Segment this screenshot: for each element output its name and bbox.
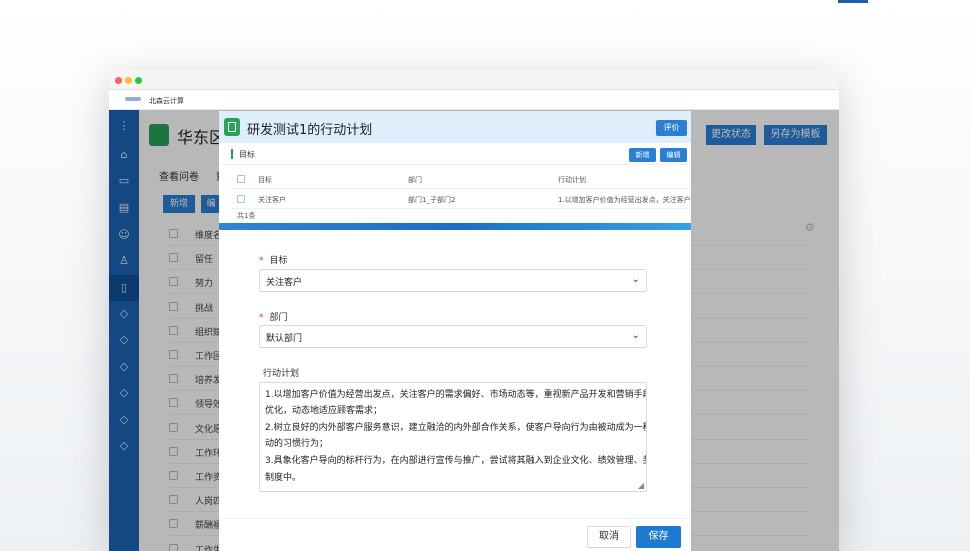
- plan-line: 2.树立良好的内外部客户服务意识，建立融洽的内外部合作关系，使客户导向行为由被动…: [265, 423, 647, 433]
- chevron-down-icon: ⌄: [631, 330, 640, 341]
- dialog-title: 研发测试1的行动计划: [247, 123, 373, 138]
- plan-line: 优化，动态地适应顾客需求；: [265, 406, 383, 416]
- evaluate-button[interactable]: 评价: [656, 120, 687, 136]
- cell-plan: 1.以增加客户价值为经营出发点，关注客户的需: [558, 196, 691, 204]
- window-titlebar: [109, 70, 839, 90]
- plan-line: 1.以增加客户价值为经营出发点，关注客户的需求偏好、市场动态等，重视新产品开发和…: [265, 390, 647, 400]
- cancel-button[interactable]: 取消: [587, 526, 631, 548]
- browser-header: 北森云计算: [109, 90, 839, 110]
- chevron-down-icon: ⌄: [631, 274, 640, 285]
- col-plan-header: 行动计划: [558, 176, 586, 184]
- maximize-dot[interactable]: [135, 77, 142, 84]
- required-mark: *: [259, 313, 264, 323]
- top-accent-mark: [838, 0, 868, 3]
- dept-field-label: * 部门: [259, 313, 288, 323]
- edit-goal-button[interactable]: 编辑: [660, 148, 687, 162]
- dept-select[interactable]: 默认部门 ⌄: [259, 325, 647, 348]
- resize-handle-icon[interactable]: ◢: [638, 481, 644, 490]
- goal-field-label: * 目标: [259, 256, 288, 266]
- save-button[interactable]: 保存: [636, 526, 681, 548]
- add-goal-button[interactable]: 新增: [629, 148, 656, 162]
- col-goal-header: 目标: [258, 176, 272, 184]
- cell-goal: 关注客户: [258, 196, 286, 204]
- goal-select[interactable]: 关注客户 ⌄: [259, 269, 647, 292]
- section-marker: [231, 149, 233, 159]
- plan-line: 动的习惯行为；: [265, 439, 329, 449]
- minimize-dot[interactable]: [125, 77, 132, 84]
- plan-line: 制度中。: [265, 473, 302, 483]
- table-header-row: 目标 部门 行动计划: [231, 169, 691, 189]
- close-dot[interactable]: [115, 77, 122, 84]
- section-label: 目标: [239, 150, 255, 159]
- plan-field-label: 行动计划: [263, 369, 300, 379]
- document-icon: [224, 118, 240, 136]
- row-checkbox[interactable]: [237, 195, 245, 203]
- cell-dept: 部门1_子部门2: [408, 196, 456, 204]
- col-dept-header: 部门: [408, 176, 422, 184]
- dept-select-value: 默认部门: [266, 334, 303, 344]
- goal-section-header: 目标 新增 编辑: [219, 143, 691, 165]
- action-plan-dialog: 研发测试1的行动计划 评价 目标 新增 编辑 目标 部门 行动计划 关注客户 部…: [219, 111, 691, 551]
- section-divider-band: [219, 223, 691, 230]
- brand-logo-icon: [125, 97, 141, 101]
- brand-name: 北森云计算: [149, 97, 184, 105]
- plan-line: 3.具象化客户导向的标杆行为，在内部进行宣传与推广，尝试将其融入到企业文化、绩效…: [265, 456, 647, 466]
- select-all-checkbox[interactable]: [237, 175, 245, 183]
- goal-select-value: 关注客户: [266, 278, 303, 288]
- table-row[interactable]: 关注客户 部门1_子部门2 1.以增加客户价值为经营出发点，关注客户的需: [231, 189, 691, 209]
- record-count: 共1条: [237, 212, 256, 220]
- required-mark: *: [259, 256, 264, 266]
- dialog-header: 研发测试1的行动计划 评价: [219, 111, 691, 143]
- settings-gear-icon[interactable]: ⚙: [805, 221, 815, 234]
- plan-textarea[interactable]: 1.以增加客户价值为经营出发点，关注客户的需求偏好、市场动态等，重视新产品开发和…: [259, 382, 647, 492]
